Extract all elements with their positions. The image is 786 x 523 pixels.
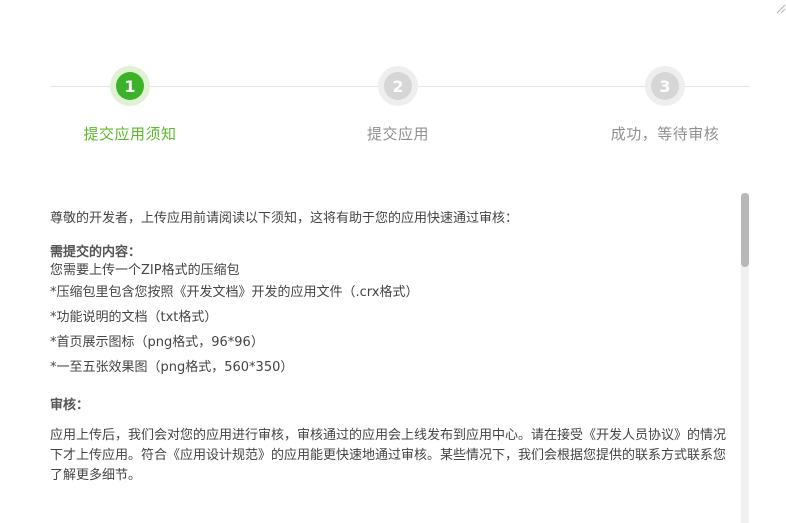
review-title: 审核： [50,398,90,413]
step-2-ring: 2 [378,66,418,106]
step-progress: 1 提交应用须知 2 提交应用 3 成功，等待审核 [50,66,750,156]
step-1-label: 提交应用须知 [83,125,177,143]
step-1-ring: 1 [110,66,150,106]
requirement-item: *首页展示图标（png格式，96*96） [50,335,264,350]
content-scrollbar[interactable] [741,193,749,523]
step-2-number-icon: 2 [384,72,412,100]
resize-corner-icon [772,0,786,14]
step-2-label: 提交应用 [366,125,429,143]
step-2: 2 提交应用 [308,66,488,144]
requirements-title: 需提交的内容： [50,245,142,260]
requirement-item: *压缩包里包含您按照《开发文档》开发的应用文件（.crx格式） [50,285,419,300]
scrollbar-thumb[interactable] [741,193,749,267]
step-1-number-icon: 1 [116,72,144,100]
step-1: 1 提交应用须知 [40,66,220,144]
step-3: 3 成功，等待审核 [575,66,755,144]
intro-text: 尊敬的开发者，上传应用前请阅读以下须知，这将有助于您的应用快速通过审核： [50,211,519,226]
submission-notice: 尊敬的开发者，上传应用前请阅读以下须知，这将有助于您的应用快速通过审核： 需提交… [50,200,738,486]
review-text: 应用上传后，我们会对您的应用进行审核，审核通过的应用会上线发布到应用中心。请在接… [50,428,727,483]
requirement-item: 您需要上传一个ZIP格式的压缩包 [50,263,240,278]
step-3-label: 成功，等待审核 [610,125,720,143]
step-3-number-icon: 3 [651,72,679,100]
step-3-ring: 3 [645,66,685,106]
requirement-item: *功能说明的文档（txt格式） [50,310,218,325]
requirement-item: *一至五张效果图（png格式，560*350） [50,360,294,375]
